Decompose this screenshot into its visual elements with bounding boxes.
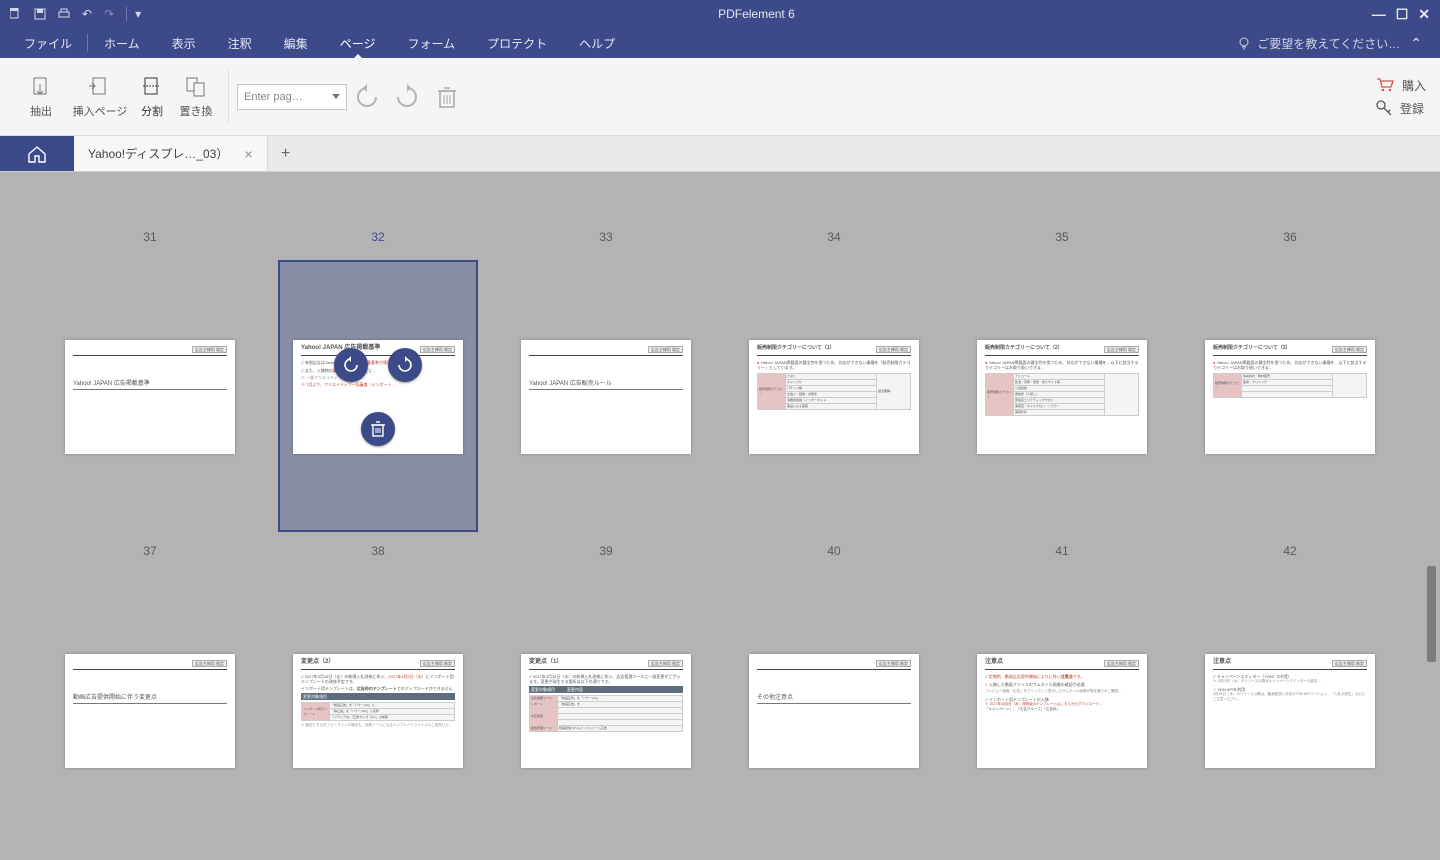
menu-bar: ファイル ホーム 表示 注釈 編集 ページ フォーム プロテクト ヘルプ ご要望… [0,28,1440,58]
insert-page-icon [88,75,112,99]
buy-button[interactable]: 購入 [1376,77,1426,94]
thumbnail-grid: 31 広告主様用 限定Yahoo! JAPAN 広告掲載基準 32 Yahoo!… [0,172,1440,860]
scrollbar-thumb[interactable] [1427,566,1436,662]
insert-page-button[interactable]: 挿入ページ [68,75,132,119]
close-icon[interactable]: ✕ [1418,6,1430,23]
tab-strip: Yahoo!ディスプレ…_03） × + [0,136,1440,172]
page-thumbnail-selected[interactable]: 32 Yahoo! JAPAN 広告掲載基準広告主様用 限定 ✓ 有償広告はYa… [278,218,478,532]
delete-button[interactable] [433,83,461,111]
feedback-link[interactable]: ご要望を教えてください… [1237,35,1400,52]
menu-protect[interactable]: プロテクト [471,28,563,58]
page-thumbnail-viewport: 31 広告主様用 限定Yahoo! JAPAN 広告掲載基準 32 Yahoo!… [0,172,1440,860]
home-tab[interactable] [0,136,74,171]
register-button[interactable]: 登録 [1376,100,1424,117]
redo-icon: ↷ [104,7,114,21]
document-tab-title: Yahoo!ディスプレ…_03） [88,145,228,162]
split-button[interactable]: 分割 [132,75,172,119]
vertical-scrollbar[interactable] [1425,172,1438,860]
rotate-left-button[interactable] [353,83,381,111]
page-range-input[interactable]: Enter pag… [237,84,347,110]
document-tab[interactable]: Yahoo!ディスプレ…_03） × [74,136,268,171]
page-thumbnail[interactable]: 34 販売制限カテゴリーについて（1）広告主様用 限定 ● Yahoo! JAP… [734,218,934,532]
window-controls: — ☐ ✕ [1362,6,1440,23]
ribbon: 抽出 挿入ページ 分割 置き換 Enter pag… 購入 登録 [0,58,1440,136]
page-thumbnail[interactable]: 40 広告主様用 限定その他注意点 [734,532,934,846]
page-thumbnail[interactable]: 37 広告主様用 限定動画広告提供開始に伴う変更点 [50,532,250,846]
undo-icon[interactable]: ↶ [82,7,92,21]
page-thumbnail[interactable]: 41 注意点広告主様用 限定 ✓ 定期的…動画広告提供開始によりに伴い注意点です… [962,532,1162,846]
app-menu-icon[interactable] [10,8,22,20]
page-thumbnail[interactable]: 35 販売制限カテゴリーについて（2）広告主様用 限定 ● Yahoo! JAP… [962,218,1162,532]
collapse-ribbon-icon[interactable]: ⌃ [1400,35,1432,52]
page-thumbnail[interactable]: 33 広告主様用 限定Yahoo! JAPAN 広告販売ルール [506,218,706,532]
minimize-icon[interactable]: — [1372,6,1386,23]
rotate-right-overlay-button[interactable] [388,348,422,382]
menu-help[interactable]: ヘルプ [563,28,631,58]
qat-dropdown-icon[interactable]: ▾ [126,7,141,21]
save-icon[interactable] [34,8,46,20]
menu-home[interactable]: ホーム [88,28,156,58]
page-thumbnail[interactable]: 42 注意点広告主様用 限定 ✓ キャンペーンエディター（YDN）の利用 ※ 3… [1190,532,1390,846]
chevron-down-icon [332,94,340,99]
page-thumbnail[interactable]: 38 変更点（2）広告主様用 限定 ✓ 2017年3月15日（水）の新規入札改修… [278,532,478,846]
extract-icon [29,75,53,99]
page-thumbnail[interactable]: 36 販売制限カテゴリーについて（3）広告主様用 限定 ● Yahoo! JAP… [1190,218,1390,532]
home-icon [27,145,47,163]
menu-annotate[interactable]: 注釈 [212,28,268,58]
rotate-left-overlay-button[interactable] [334,348,368,382]
menu-page[interactable]: ページ [324,28,392,58]
maximize-icon[interactable]: ☐ [1396,6,1409,23]
cart-icon [1376,78,1394,92]
menu-file[interactable]: ファイル [8,28,88,58]
page-thumbnail[interactable]: 39 変更点（1）広告主様用 限定 ✓ 2017年3月15日（水）の新規入札改修… [506,532,706,846]
menu-display[interactable]: 表示 [156,28,212,58]
feedback-label: ご要望を教えてください… [1257,35,1400,52]
print-icon[interactable] [58,8,70,20]
menu-edit[interactable]: 編集 [268,28,324,58]
delete-overlay-button[interactable] [361,412,395,446]
page-range-placeholder: Enter pag… [244,91,303,103]
page-thumbnail[interactable]: 31 広告主様用 限定Yahoo! JAPAN 広告掲載基準 [50,218,250,532]
lightbulb-icon [1237,36,1251,50]
add-tab-button[interactable]: + [268,136,304,171]
key-icon [1376,100,1392,116]
menu-form[interactable]: フォーム [391,28,471,58]
tab-close-icon[interactable]: × [244,146,252,162]
app-title: PDFelement 6 [151,7,1362,21]
extract-button[interactable]: 抽出 [14,75,68,119]
replace-button[interactable]: 置き換 [172,75,220,119]
quick-access-toolbar: ↶ ↷ ▾ [0,7,151,21]
replace-icon [184,75,208,99]
rotate-right-button[interactable] [393,83,421,111]
title-bar: ↶ ↷ ▾ PDFelement 6 — ☐ ✕ [0,0,1440,28]
split-icon [140,75,164,99]
